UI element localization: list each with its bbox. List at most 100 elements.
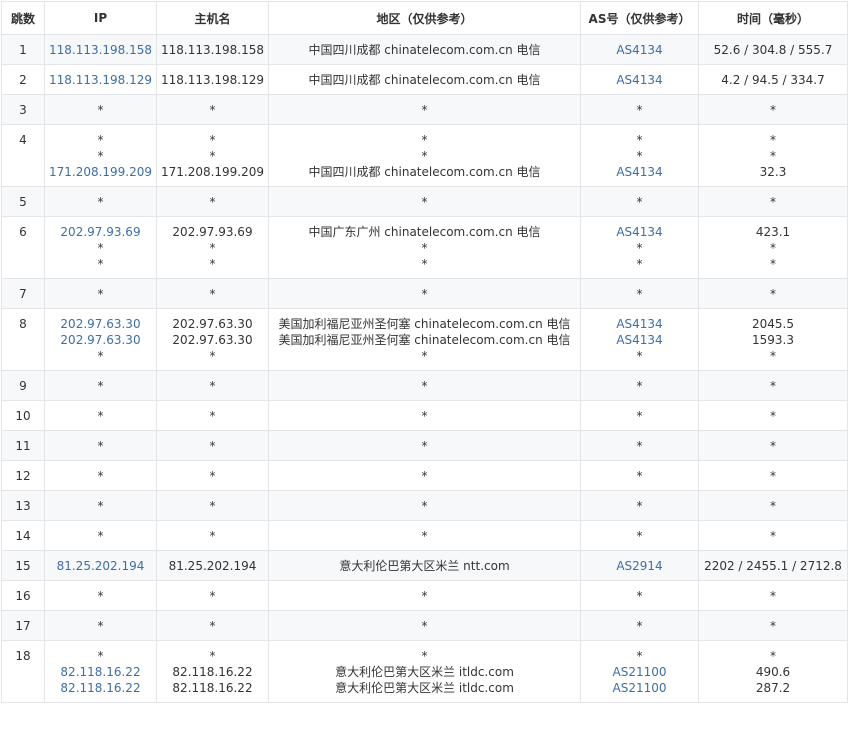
timeout-marker: * <box>770 529 776 543</box>
as-number-link[interactable]: AS4134 <box>582 164 698 180</box>
timeout-marker: * <box>636 589 643 603</box>
column-header-region: 地区（仅供参考） <box>268 1 581 35</box>
timeout-marker: * <box>209 499 216 513</box>
traceroute-table: 跳数 IP 主机名 地区（仅供参考） AS号（仅供参考） 时间（毫秒） 1 118… <box>1 1 848 703</box>
timeout-marker: * <box>97 469 104 483</box>
hop-number: 7 <box>19 287 27 301</box>
timeout-marker: * <box>636 349 643 363</box>
timeout-marker: * <box>636 195 643 209</box>
as-number-cell: * <box>580 94 699 125</box>
hostname-text: 81.25.202.194 <box>168 559 257 573</box>
as-number-link[interactable]: AS4134 <box>582 42 698 58</box>
timeout-marker: * <box>97 439 104 453</box>
latency-cell: * 490.6 287.2 <box>698 640 848 703</box>
as-number-link[interactable]: AS21100 <box>582 680 698 696</box>
as-number-link[interactable]: AS4134 <box>582 316 698 332</box>
latency-text: 2202 / 2455.1 / 2712.8 <box>704 559 842 573</box>
hostname-cell: * * 171.208.199.209 <box>156 124 269 187</box>
ip-link[interactable]: 82.118.16.22 <box>46 680 156 696</box>
timeout-marker: * <box>421 649 428 663</box>
table-row: 9 * * * * * <box>1 370 848 401</box>
timeout-marker: * <box>421 241 428 255</box>
region-cell: * <box>268 520 581 551</box>
region-cell: * <box>268 400 581 431</box>
ip-link[interactable]: 82.118.16.22 <box>46 664 156 680</box>
ip-cell: 202.97.63.30 202.97.63.30 * <box>44 308 157 371</box>
latency-cell: * <box>698 186 848 217</box>
as-number-cell: * <box>580 580 699 611</box>
hop-cell: 5 <box>1 186 45 217</box>
timeout-marker: * <box>770 287 776 301</box>
region-cell: * <box>268 430 581 461</box>
timeout-marker: * <box>421 133 428 147</box>
hop-cell: 10 <box>1 400 45 431</box>
ip-link[interactable]: 81.25.202.194 <box>46 558 156 574</box>
latency-cell: * <box>698 580 848 611</box>
as-number-link[interactable]: AS4134 <box>582 224 698 240</box>
latency-cell: * * 32.3 <box>698 124 848 187</box>
timeout-marker: * <box>97 619 104 633</box>
timeout-marker: * <box>770 133 776 147</box>
as-number-cell: AS4134 AS4134 * <box>580 308 699 371</box>
region-cell: * <box>268 580 581 611</box>
as-number-link[interactable]: AS4134 <box>582 332 698 348</box>
timeout-marker: * <box>421 287 428 301</box>
ip-link[interactable]: 118.113.198.158 <box>46 42 156 58</box>
timeout-marker: * <box>209 529 216 543</box>
latency-text: 52.6 / 304.8 / 555.7 <box>713 43 833 57</box>
column-header-host: 主机名 <box>156 1 269 35</box>
as-number-cell: * <box>580 400 699 431</box>
timeout-marker: * <box>770 589 776 603</box>
ip-link[interactable]: 202.97.93.69 <box>46 224 156 240</box>
ip-cell: * <box>44 94 157 125</box>
timeout-marker: * <box>636 619 643 633</box>
timeout-marker: * <box>770 103 776 117</box>
hostname-cell: * <box>156 610 269 641</box>
hop-number: 6 <box>19 225 27 239</box>
ip-link[interactable]: 202.97.63.30 <box>46 316 156 332</box>
as-number-cell: * <box>580 610 699 641</box>
hop-number: 11 <box>15 439 31 453</box>
ip-link[interactable]: 118.113.198.129 <box>46 72 156 88</box>
as-number-link[interactable]: AS4134 <box>582 72 698 88</box>
as-number-cell: AS4134 <box>580 64 699 95</box>
table-row: 2 118.113.198.129 118.113.198.129 中国四川成都 ch… <box>1 64 848 95</box>
timeout-marker: * <box>97 195 104 209</box>
as-number-link[interactable]: AS2914 <box>582 558 698 574</box>
timeout-marker: * <box>636 439 643 453</box>
as-number-cell: * <box>580 520 699 551</box>
timeout-marker: * <box>209 241 216 255</box>
timeout-marker: * <box>97 589 104 603</box>
latency-text: 2045.5 <box>752 317 794 331</box>
hostname-cell: 118.113.198.158 <box>156 34 269 65</box>
hop-cell: 1 <box>1 34 45 65</box>
hop-number: 18 <box>15 649 31 663</box>
ip-cell: * <box>44 520 157 551</box>
ip-link[interactable]: 202.97.63.30 <box>46 332 156 348</box>
timeout-marker: * <box>97 499 104 513</box>
ip-cell: * <box>44 370 157 401</box>
region-cell: * <box>268 370 581 401</box>
hop-number: 15 <box>15 559 31 573</box>
latency-cell: * <box>698 520 848 551</box>
latency-text: 287.2 <box>755 681 791 695</box>
latency-text: 32.3 <box>759 165 787 179</box>
latency-cell: * <box>698 400 848 431</box>
hostname-text: 171.208.199.209 <box>160 165 265 179</box>
timeout-marker: * <box>97 133 104 147</box>
table-row: 8 202.97.63.30 202.97.63.30 * 202.97.63.30 20… <box>1 308 848 371</box>
timeout-marker: * <box>97 409 104 423</box>
table-row: 7 * * * * * <box>1 278 848 309</box>
hostname-cell: * <box>156 460 269 491</box>
region-text: 中国四川成都 chinatelecom.com.cn 电信 <box>308 43 541 57</box>
hop-number: 8 <box>19 317 27 331</box>
timeout-marker: * <box>636 287 643 301</box>
latency-cell: * <box>698 490 848 521</box>
ip-link[interactable]: 171.208.199.209 <box>46 164 156 180</box>
hop-cell: 2 <box>1 64 45 95</box>
hostname-text: 202.97.63.30 <box>172 333 253 347</box>
region-cell: * * 中国四川成都 chinatelecom.com.cn 电信 <box>268 124 581 187</box>
timeout-marker: * <box>209 379 216 393</box>
as-number-link[interactable]: AS21100 <box>582 664 698 680</box>
timeout-marker: * <box>770 257 776 271</box>
